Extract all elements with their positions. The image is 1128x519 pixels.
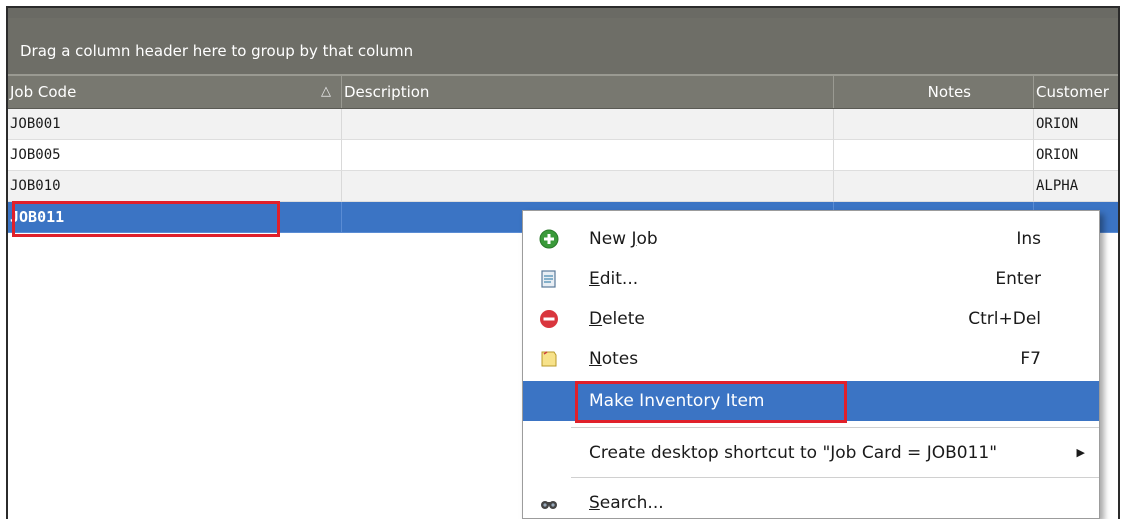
- notes-cell: [834, 109, 1034, 140]
- menu-item-label: Delete: [589, 309, 645, 329]
- menu-item-search[interactable]: Search...: [523, 483, 1099, 518]
- menu-item-label: New Job: [589, 229, 658, 249]
- description-cell: [342, 140, 834, 171]
- sort-ascending-icon: △: [321, 84, 331, 99]
- menu-item-label: Search...: [589, 493, 664, 513]
- menu-item-shortcut: F7: [1020, 349, 1041, 369]
- column-header-customer[interactable]: Customer: [1034, 76, 1118, 108]
- highlight-box-job-code: [12, 201, 280, 237]
- edit-icon: [539, 269, 559, 289]
- job-code-cell: JOB010: [8, 171, 342, 202]
- notes-icon: [539, 349, 559, 369]
- column-header-row: Job Code △ Description Notes Customer: [8, 76, 1118, 109]
- menu-item-label: Create desktop shortcut to "Job Card = J…: [589, 443, 998, 463]
- group-by-hint: Drag a column header here to group by th…: [20, 42, 414, 60]
- group-by-panel[interactable]: Drag a column header here to group by th…: [8, 18, 1118, 76]
- column-header-job-code-label: Job Code: [10, 83, 77, 101]
- column-header-notes[interactable]: Notes: [834, 76, 1034, 108]
- column-header-description[interactable]: Description: [342, 76, 834, 108]
- column-header-notes-label: Notes: [927, 83, 971, 101]
- column-header-job-code[interactable]: Job Code △: [8, 76, 342, 108]
- table-row[interactable]: JOB005 ORION: [8, 140, 1118, 171]
- menu-item-notes[interactable]: Notes F7: [523, 339, 1099, 379]
- menu-item-shortcut: Ctrl+Del: [968, 309, 1041, 329]
- menu-item-delete[interactable]: Delete Ctrl+Del: [523, 299, 1099, 339]
- top-strip: [8, 8, 1118, 18]
- description-cell: [342, 109, 834, 140]
- menu-separator: [571, 477, 1099, 478]
- menu-item-label: Notes: [589, 349, 639, 369]
- delete-circle-icon: [539, 309, 559, 329]
- menu-item-edit[interactable]: Edit... Enter: [523, 259, 1099, 299]
- description-cell: [342, 171, 834, 202]
- column-header-description-label: Description: [344, 83, 430, 101]
- job-code-cell: JOB005: [8, 140, 342, 171]
- context-menu: New Job Ins Edit... Enter Delete Ctrl+De…: [522, 210, 1100, 519]
- column-header-customer-label: Customer: [1036, 83, 1109, 101]
- binoculars-icon: [539, 493, 559, 513]
- menu-item-shortcut: Ins: [1016, 229, 1041, 249]
- menu-item-create-desktop-shortcut[interactable]: Create desktop shortcut to "Job Card = J…: [523, 433, 1099, 473]
- customer-cell: ORION: [1034, 109, 1118, 140]
- customer-cell: ALPHA: [1034, 171, 1118, 202]
- submenu-arrow-icon: ▶: [1076, 446, 1085, 459]
- table-row[interactable]: JOB001 ORION: [8, 109, 1118, 140]
- notes-cell: [834, 140, 1034, 171]
- highlight-box-make-inventory: [575, 381, 847, 423]
- notes-cell: [834, 171, 1034, 202]
- customer-cell: ORION: [1034, 140, 1118, 171]
- table-row[interactable]: JOB010 ALPHA: [8, 171, 1118, 202]
- menu-item-label: Edit...: [589, 269, 639, 289]
- plus-circle-icon: [539, 229, 559, 249]
- menu-item-shortcut: Enter: [995, 269, 1041, 289]
- job-code-cell: JOB001: [8, 109, 342, 140]
- menu-separator: [571, 427, 1099, 428]
- menu-item-new-job[interactable]: New Job Ins: [523, 219, 1099, 259]
